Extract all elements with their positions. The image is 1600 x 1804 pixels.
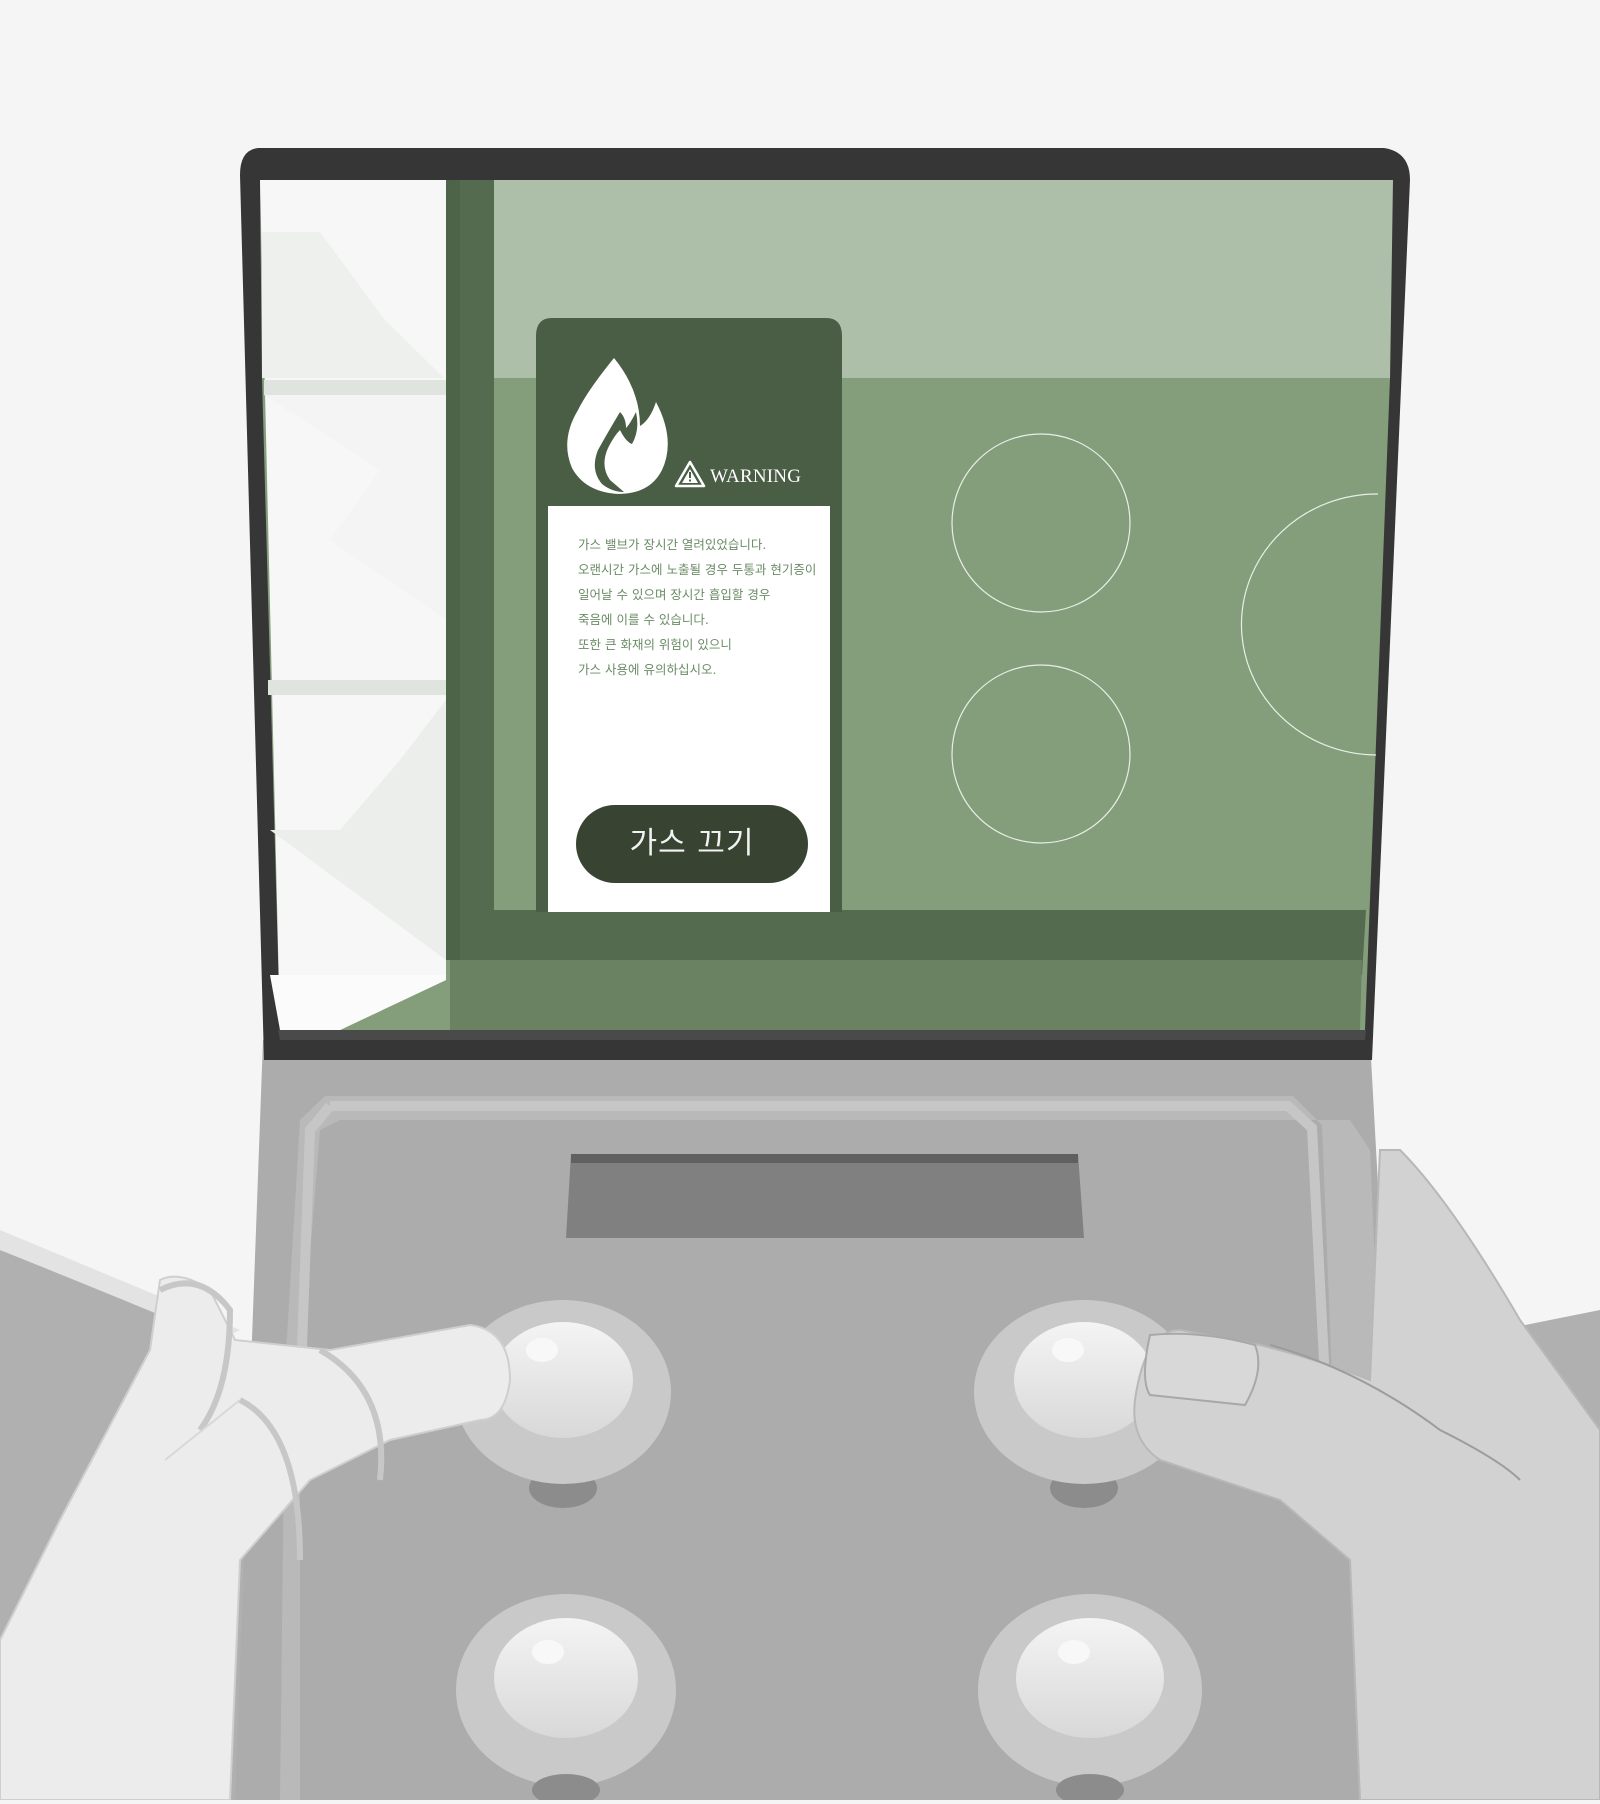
screen-bottom-edge: [278, 1030, 1366, 1040]
warning-label: WARNING: [710, 466, 802, 487]
warning-message-line: 일어날 수 있으며 장시간 흡입할 경우: [578, 587, 771, 602]
frame-left-edge: [446, 180, 460, 960]
counter-front: [450, 960, 1362, 1030]
warning-message-line: 오랜시간 가스에 노출될 경우 두통과 현기증이: [578, 562, 817, 577]
warning-message-line: 가스 밸브가 장시간 열려있었습니다.: [578, 537, 767, 552]
turn-off-gas-button[interactable]: 가스 끄기: [576, 805, 808, 883]
warning-message: 가스 밸브가 장시간 열려있었습니다. 오랜시간 가스에 노출될 경우 두통과 …: [578, 532, 818, 682]
scene-svg: [0, 0, 1600, 1804]
speaker-slot-edge: [571, 1154, 1078, 1163]
warning-message-line: 또한 큰 화재의 위험이 있으니: [578, 637, 732, 652]
warning-message-line: 죽음에 이를 수 있습니다.: [578, 612, 709, 627]
game-scene: WARNING 가스 밸브가 장시간 열려있었습니다. 오랜시간 가스에 노출될…: [0, 0, 1600, 1804]
speaker-slot: [566, 1154, 1084, 1238]
warning-message-line: 가스 사용에 유의하십시오.: [578, 662, 717, 677]
tile-grout-1: [264, 380, 446, 395]
tile-grout-2: [268, 680, 446, 695]
